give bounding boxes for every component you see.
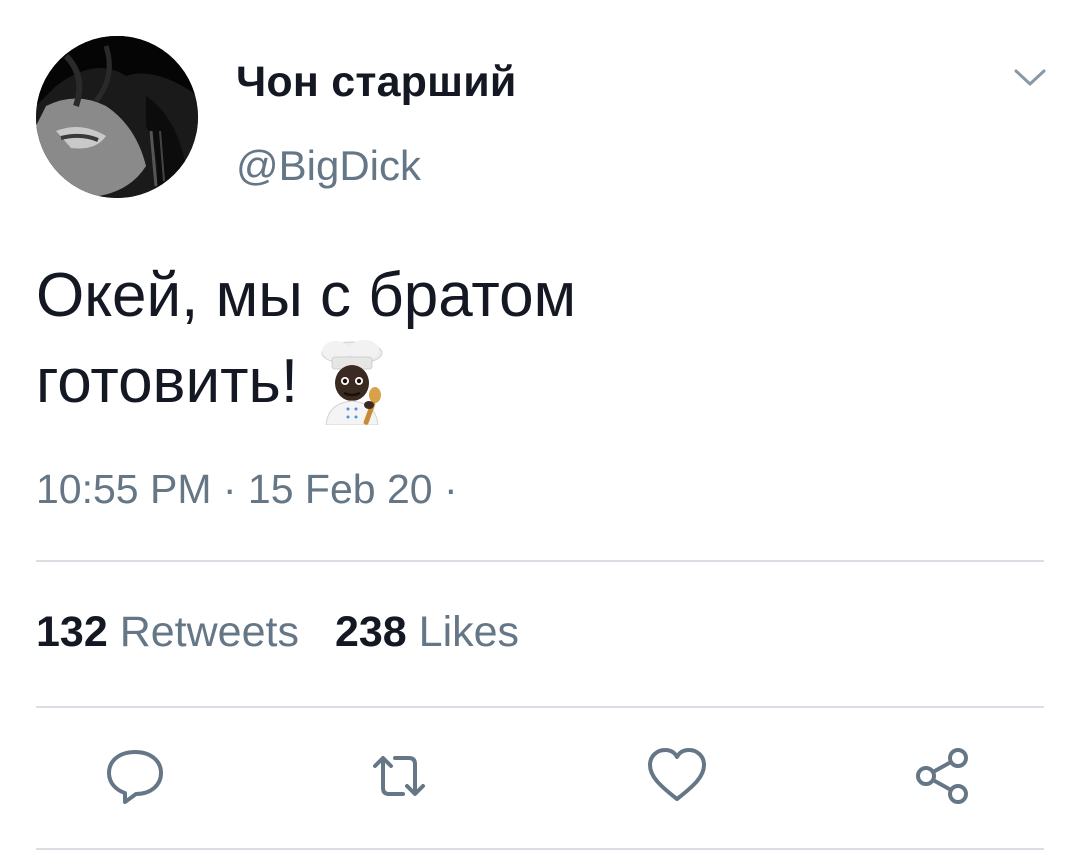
user-handle[interactable]: @BigDick [236,142,421,190]
avatar-image [36,36,198,198]
display-name[interactable]: Чон старший [236,58,516,107]
likes-label: Likes [418,608,520,656]
tweet-timestamp[interactable]: 10:55 PM · 15 Feb 20 · [36,466,458,513]
tweet-text: Окей, мы с братом готовить! [36,253,1016,426]
retweets-stat[interactable]: 132 Retweets [36,608,299,656]
tweet-text-fragment: готовить! [36,347,299,416]
retweet-button[interactable] [367,744,431,808]
divider [36,560,1044,562]
like-button[interactable] [645,744,709,808]
heart-icon [648,748,706,801]
reply-button[interactable] [103,744,167,808]
avatar[interactable] [36,36,198,198]
divider [36,706,1044,708]
share-button[interactable] [912,744,976,808]
likes-stat[interactable]: 238 Likes [335,608,519,656]
tweet-text-line: готовить! [36,339,1016,426]
retweets-label: Retweets [119,608,299,656]
reply-icon [107,750,163,804]
retweets-count: 132 [36,608,108,656]
retweet-icon [373,756,425,796]
cook-emoji-icon [312,339,392,426]
chevron-down-icon[interactable] [1012,62,1048,92]
tweet-text-line: Окей, мы с братом [36,261,577,330]
tweet-card: Чон старший @BigDick Окей, мы с братом г… [0,0,1080,868]
tweet-stats: 132 Retweets 238 Likes [36,608,519,657]
divider [36,848,1044,850]
share-icon [916,748,968,804]
likes-count: 238 [334,608,407,656]
